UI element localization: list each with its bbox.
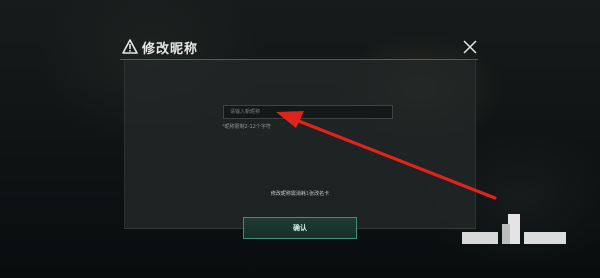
dialog-body: *昵称限制2-12个字符 修改昵称需消耗1张改名卡 确认 (124, 60, 476, 239)
rename-cost-text: 修改昵称需消耗1张改名卡 (125, 190, 475, 197)
nickname-hint: *昵称限制2-12个字符 (222, 123, 271, 130)
close-icon[interactable] (462, 39, 478, 55)
hint-label: 昵称限制2-12个字符 (224, 124, 271, 130)
warning-icon (122, 39, 138, 54)
dialog-title: 修改昵称 (142, 42, 199, 57)
rename-dialog: 修改昵称 *昵称限制2-12个字符 修改昵称需消耗1张改名卡 确认 (114, 36, 484, 239)
cost-suffix: 张改名卡 (309, 191, 330, 197)
watermark-logo (462, 214, 566, 244)
nickname-input[interactable] (223, 105, 393, 119)
cost-prefix: 修改昵称需消耗 (270, 191, 306, 197)
dialog-header: 修改昵称 (114, 36, 484, 60)
confirm-button[interactable]: 确认 (243, 217, 357, 239)
